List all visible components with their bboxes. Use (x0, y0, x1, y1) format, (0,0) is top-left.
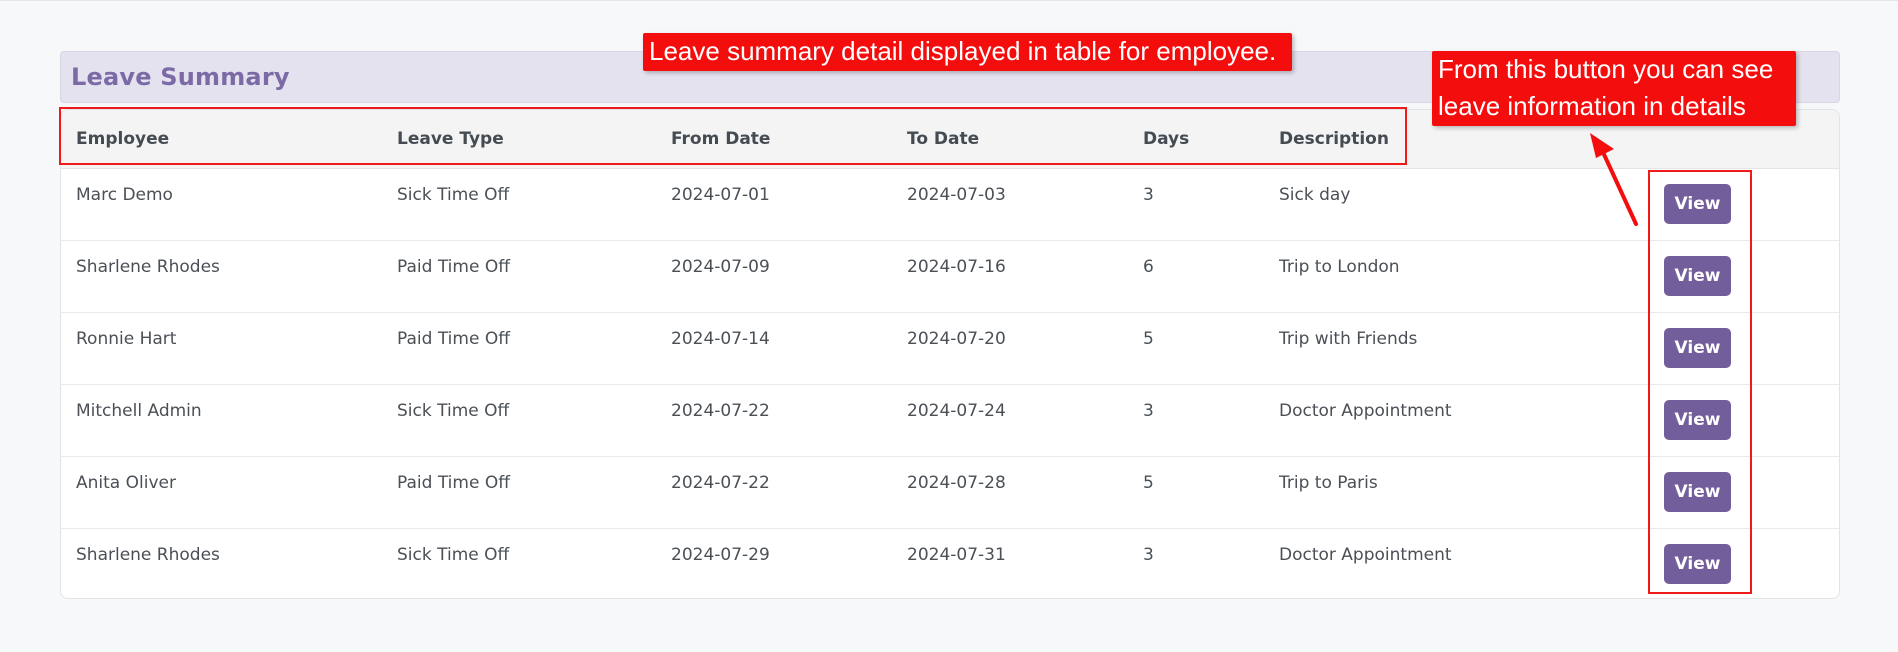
annotation-arrow-icon (1590, 133, 1638, 226)
